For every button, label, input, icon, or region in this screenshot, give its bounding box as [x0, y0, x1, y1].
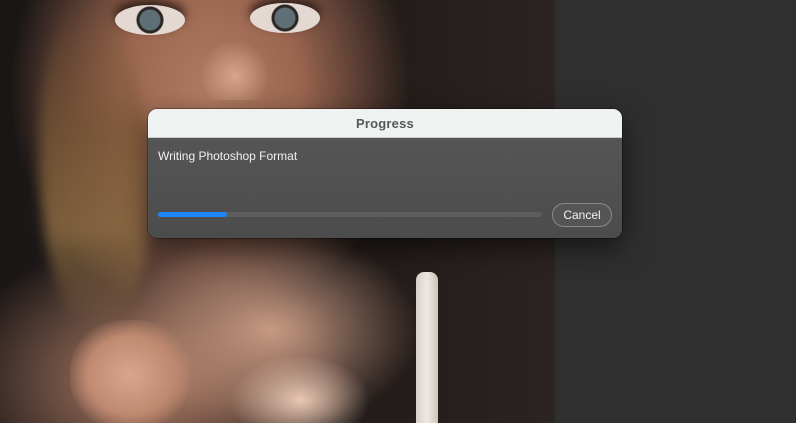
image-hand — [70, 320, 190, 423]
progress-dialog: Progress Writing Photoshop Format Cancel — [148, 109, 622, 238]
progress-bar-fill — [158, 212, 228, 217]
image-right-eye — [250, 3, 320, 33]
image-hair — [40, 0, 150, 330]
progress-bar — [158, 212, 542, 217]
progress-message: Writing Photoshop Format — [158, 149, 298, 163]
dialog-body: Writing Photoshop Format Cancel — [148, 138, 622, 238]
dialog-titlebar[interactable]: Progress — [148, 109, 622, 138]
image-strap — [416, 272, 438, 423]
dialog-title: Progress — [356, 115, 414, 131]
photoshop-window: Progress Writing Photoshop Format Cancel — [0, 0, 796, 423]
cancel-button[interactable]: Cancel — [552, 203, 612, 227]
image-left-eye — [115, 5, 185, 35]
image-nose — [200, 40, 270, 100]
